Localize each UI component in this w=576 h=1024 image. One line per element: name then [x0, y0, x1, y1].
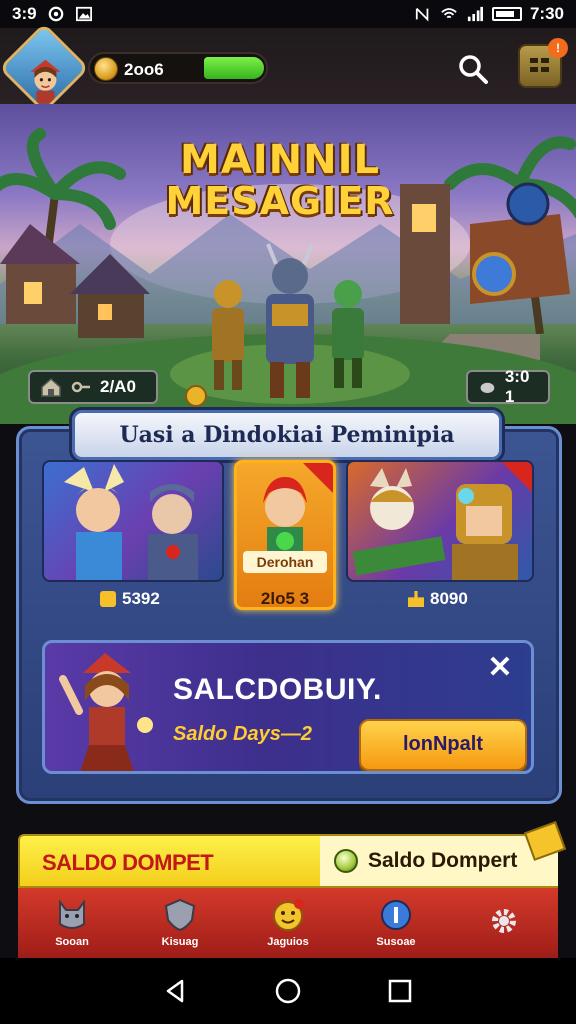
settings-status-icon: [48, 6, 63, 22]
battery-icon: [491, 7, 522, 21]
coin-icon: [334, 849, 358, 873]
bottom-navigation: Sooan Kisuag Jaguios Susoae: [18, 888, 558, 958]
search-icon[interactable]: [456, 52, 490, 86]
coin-progress-fill: [204, 57, 264, 79]
featured-card-price: 2lo5 3: [260, 589, 310, 608]
heroine-art: [59, 653, 153, 771]
nav-item-settings[interactable]: [450, 888, 558, 958]
home-stat-chip[interactable]: 2/А0: [28, 370, 158, 404]
wallet-balance[interactable]: Saldo Dompert: [320, 836, 558, 886]
house-icon: [41, 377, 61, 397]
energy-stat-value: 3:0 1: [504, 367, 530, 406]
close-icon[interactable]: ✕: [483, 651, 517, 685]
promo-title: SALCDOBUIY.: [173, 673, 382, 706]
card-3-price: 8090: [408, 588, 468, 610]
promo-action-button[interactable]: lonNpalt: [359, 719, 527, 771]
promo-subtitle: Saldo Days—2: [173, 723, 312, 745]
notification-badge: !: [548, 38, 568, 58]
nav-item-guild[interactable]: Kisuag: [126, 888, 234, 958]
nav-label-info: Susoae: [376, 936, 416, 948]
offer-card-3[interactable]: [346, 460, 534, 582]
cat-and-robot-art: [352, 468, 518, 580]
like-icon: [408, 591, 424, 607]
photo-status-icon: [75, 6, 92, 22]
wallet-label: SALDO DOMPET: [42, 850, 214, 875]
energy-stat-chip[interactable]: 3:0 1: [466, 367, 550, 406]
promo-banner: SALCDOBUIY. Saldo Days—2 ✕ lonNpalt: [42, 640, 534, 774]
nav-label-guild: Kisuag: [161, 936, 199, 948]
coin-icon: [94, 57, 118, 81]
top-bar: 2oo6 !: [0, 22, 576, 114]
card-1-price: 5392: [100, 588, 160, 610]
coin-balance[interactable]: 2oo6: [88, 52, 268, 84]
back-icon[interactable]: [162, 977, 190, 1005]
panel-title: Uasi a Dindokiai Peminipia: [72, 410, 502, 460]
offer-card-featured[interactable]: Derohan 2lo5 3: [234, 460, 336, 610]
recents-icon[interactable]: [386, 977, 414, 1005]
shield-icon: [164, 898, 196, 932]
heroes-pair-art: [64, 464, 198, 580]
emoji-icon: [273, 899, 304, 931]
cat-icon: [59, 899, 85, 929]
key-icon: [71, 381, 90, 393]
nfc-icon: [415, 8, 429, 22]
info-icon: [381, 900, 411, 930]
title-line-1: MAINNIL: [180, 137, 380, 183]
nav-item-events[interactable]: Jaguios: [234, 888, 342, 958]
signal-icon: [467, 6, 483, 22]
coin-amount: 2oo6: [124, 60, 164, 79]
gold-icon: [100, 591, 116, 607]
nav-label-home: Sooan: [55, 936, 89, 948]
featured-card-label: Derohan: [243, 551, 327, 573]
hero-portrait-icon: [30, 59, 61, 104]
home-icon[interactable]: [274, 977, 302, 1005]
offer-card-1[interactable]: [42, 460, 224, 582]
wifi-icon: [441, 8, 457, 19]
system-navigation: [0, 958, 576, 1024]
wallet-balance-label: Saldo Dompert: [368, 849, 518, 872]
menu-button[interactable]: !: [518, 38, 568, 88]
hero-banner[interactable]: MAINNIL MESAGIER 2/А0 3:0 1: [0, 104, 576, 424]
nav-item-home[interactable]: Sooan: [18, 888, 126, 958]
nav-item-info[interactable]: Susoae: [342, 888, 450, 958]
home-stat-value: 2/А0: [100, 377, 136, 396]
nav-label-events: Jaguios: [267, 936, 309, 948]
status-time: 3:9: [12, 4, 37, 23]
wallet-banner[interactable]: SALDO DOMPET Saldo Dompert: [18, 821, 567, 888]
player-avatar[interactable]: [0, 22, 90, 114]
status-bar: 3:9 7:30: [0, 0, 576, 28]
game-screen: 3:9 7:30 2oo6 ! MAINNIL MESAGIER 2/А0 3:…: [0, 0, 576, 1024]
game-title: MAINNIL MESAGIER: [150, 140, 410, 220]
card-1-price-value: 5392: [122, 589, 160, 608]
card-3-price-value: 8090: [430, 589, 468, 608]
title-line-2: MESAGIER: [165, 179, 395, 223]
gear-icon: [492, 909, 516, 933]
stone-icon: [480, 382, 495, 393]
status-clock: 7:30: [529, 4, 564, 23]
